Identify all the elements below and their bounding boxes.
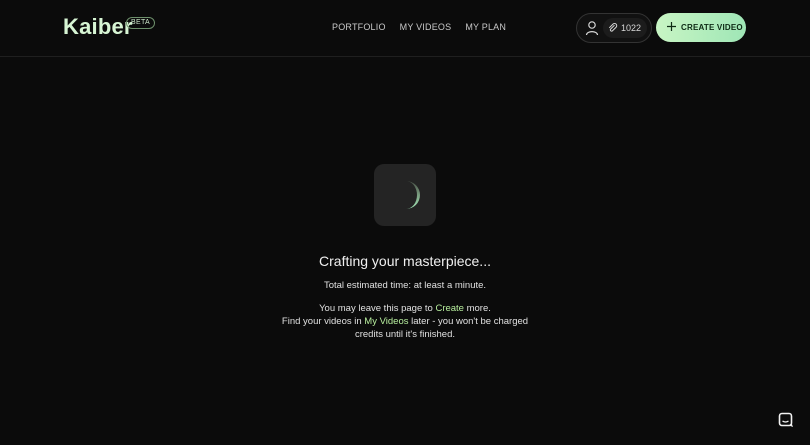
nav-my-videos[interactable]: MY VIDEOS bbox=[400, 22, 452, 32]
info-line-2-post: later - you won't be charged bbox=[408, 316, 529, 327]
info-text: You may leave this page to Create more. … bbox=[0, 302, 810, 341]
paperclip-icon bbox=[608, 23, 618, 32]
nav-my-plan[interactable]: MY PLAN bbox=[465, 22, 506, 32]
main-nav: PORTFOLIO MY VIDEOS MY PLAN bbox=[332, 22, 506, 32]
create-video-button[interactable]: CREATE VIDEO bbox=[656, 13, 746, 42]
status-heading: Crafting your masterpiece... bbox=[319, 253, 491, 269]
info-line-2-pre: Find your videos in bbox=[281, 316, 365, 327]
info-line-1: You may leave this page to Create more. bbox=[0, 302, 810, 315]
credits-count: 1022 bbox=[621, 23, 642, 33]
info-line-1-post: more. bbox=[463, 303, 491, 314]
kaiber-logo[interactable]: Kaiber bbox=[63, 14, 133, 40]
my-videos-link[interactable]: My Videos bbox=[364, 316, 408, 327]
top-header: Kaiber BETA PORTFOLIO MY VIDEOS MY PLAN … bbox=[0, 0, 810, 57]
create-link[interactable]: Create bbox=[435, 303, 464, 314]
account-pill: 1022 bbox=[576, 13, 652, 43]
create-video-label: CREATE VIDEO bbox=[681, 23, 743, 32]
info-line-2: Find your videos in My Videos later - yo… bbox=[0, 315, 810, 328]
info-line-1-pre: You may leave this page to bbox=[319, 303, 436, 314]
credits-counter[interactable]: 1022 bbox=[603, 18, 647, 38]
chat-icon[interactable] bbox=[776, 410, 796, 430]
info-line-3: credits until it's finished. bbox=[354, 329, 456, 340]
loading-tile bbox=[374, 164, 436, 226]
nav-portfolio[interactable]: PORTFOLIO bbox=[332, 22, 386, 32]
loading-spinner-icon bbox=[406, 181, 420, 209]
estimated-time: Total estimated time: at least a minute. bbox=[323, 280, 487, 291]
plus-icon bbox=[667, 22, 676, 31]
user-icon[interactable] bbox=[585, 20, 599, 36]
page: Kaiber BETA PORTFOLIO MY VIDEOS MY PLAN … bbox=[0, 0, 810, 445]
beta-badge: BETA bbox=[126, 17, 155, 29]
